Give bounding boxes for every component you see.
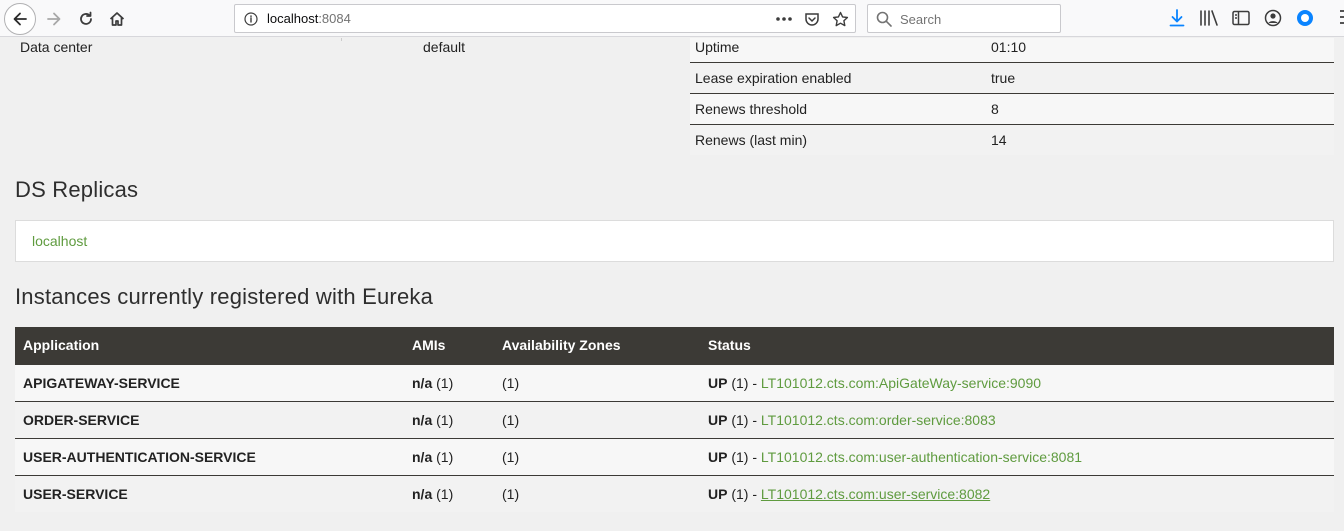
download-icon[interactable] xyxy=(1166,7,1188,29)
amis-cell: n/a (1) xyxy=(404,474,494,512)
replica-link[interactable]: localhost xyxy=(32,233,87,249)
status-cell: UP (1) - LT101012.cts.com:user-service:8… xyxy=(700,474,1334,512)
ds-replicas-list: localhost xyxy=(15,220,1334,262)
amis-value: n/a xyxy=(412,374,433,391)
search-bar[interactable] xyxy=(867,4,1061,33)
url-text[interactable]: localhost:8084 xyxy=(267,11,351,26)
status-count: (1) - xyxy=(727,485,761,502)
page-actions-icon[interactable] xyxy=(773,8,795,30)
stat-value: 14 xyxy=(986,123,1334,155)
table-row: USER-AUTHENTICATION-SERVICE n/a (1) (1) … xyxy=(15,437,1334,475)
amis-count: (1) xyxy=(432,448,454,465)
address-bar[interactable]: localhost:8084 xyxy=(234,4,856,33)
status-cell: UP (1) - LT101012.cts.com:user-authentic… xyxy=(700,437,1334,475)
stat-key: Renews threshold xyxy=(690,92,986,124)
table-header-row: Application AMIs Availability Zones Stat… xyxy=(15,327,1334,364)
pocket-icon[interactable] xyxy=(801,8,823,30)
application-name: ORDER-SERVICE xyxy=(15,400,404,438)
browser-toolbar: localhost:8084 xyxy=(0,0,1344,37)
stat-key: Renews (last min) xyxy=(690,123,986,155)
zones-cell: (1) xyxy=(494,474,700,512)
table-row: APIGATEWAY-SERVICE n/a (1) (1) UP (1) - … xyxy=(15,363,1334,401)
column-header-status: Status xyxy=(700,327,1334,364)
ds-replicas-title: DS Replicas xyxy=(15,177,139,202)
table-row: Renews threshold 8 xyxy=(690,92,1334,124)
extension-icon[interactable] xyxy=(1294,7,1316,29)
account-icon[interactable] xyxy=(1262,7,1284,29)
url-port: :8084 xyxy=(318,11,351,26)
status-cell: UP (1) - LT101012.cts.com:ApiGateWay-ser… xyxy=(700,363,1334,401)
instance-link[interactable]: LT101012.cts.com:user-service:8082 xyxy=(761,486,990,502)
reload-icon xyxy=(80,11,92,25)
status-count: (1) - xyxy=(727,411,761,428)
instances-title: Instances currently registered with Eure… xyxy=(15,284,434,309)
instance-info-table: Uptime 01:10 Lease expiration enabled tr… xyxy=(690,38,1334,155)
stat-value: 8 xyxy=(986,92,1334,124)
zones-cell: (1) xyxy=(494,400,700,438)
sidebar-icon[interactable] xyxy=(1230,7,1252,29)
status-badge: UP xyxy=(708,411,728,428)
status-count: (1) - xyxy=(727,448,761,465)
amis-cell: n/a (1) xyxy=(404,400,494,438)
table-row: Lease expiration enabled true xyxy=(690,61,1334,93)
page-content: Data center default Uptime 01:10 Lease e… xyxy=(0,38,1344,531)
amis-count: (1) xyxy=(432,485,454,502)
application-name: USER-SERVICE xyxy=(15,474,404,512)
status-cell: UP (1) - LT101012.cts.com:order-service:… xyxy=(700,400,1334,438)
amis-value: n/a xyxy=(412,411,433,428)
reload-button[interactable] xyxy=(71,4,101,34)
search-input[interactable] xyxy=(900,9,1050,29)
status-badge: UP xyxy=(708,448,728,465)
back-button[interactable] xyxy=(4,3,36,35)
zones-cell: (1) xyxy=(494,437,700,475)
status-badge: UP xyxy=(708,374,728,391)
bookmark-star-icon[interactable] xyxy=(829,8,851,30)
table-row: ORDER-SERVICE n/a (1) (1) UP (1) - LT101… xyxy=(15,400,1334,438)
amis-value: n/a xyxy=(412,448,433,465)
amis-count: (1) xyxy=(432,411,454,428)
amis-value: n/a xyxy=(412,485,433,502)
forward-button[interactable] xyxy=(39,4,69,34)
arrow-right-icon xyxy=(47,12,61,26)
url-host: localhost xyxy=(267,11,319,26)
instance-link[interactable]: LT101012.cts.com:order-service:8083 xyxy=(761,412,996,428)
application-name: APIGATEWAY-SERVICE xyxy=(15,363,404,401)
data-center-label: Data center xyxy=(20,39,93,55)
table-row: USER-SERVICE n/a (1) (1) UP (1) - LT1010… xyxy=(15,474,1334,512)
application-name: USER-AUTHENTICATION-SERVICE xyxy=(15,437,404,475)
instance-link[interactable]: LT101012.cts.com:ApiGateWay-service:9090 xyxy=(761,375,1041,391)
library-icon[interactable] xyxy=(1198,7,1220,29)
amis-cell: n/a (1) xyxy=(404,437,494,475)
home-icon xyxy=(109,12,125,26)
table-row: Uptime 01:10 xyxy=(690,38,1334,62)
status-badge: UP xyxy=(708,485,728,502)
home-button[interactable] xyxy=(102,4,132,34)
column-divider xyxy=(341,38,342,41)
column-header-amis: AMIs xyxy=(404,327,494,364)
column-header-zones: Availability Zones xyxy=(494,327,700,364)
amis-count: (1) xyxy=(432,374,454,391)
zones-cell: (1) xyxy=(494,363,700,401)
data-center-value: default xyxy=(423,39,466,55)
menu-icon[interactable] xyxy=(1334,7,1344,29)
instance-link[interactable]: LT101012.cts.com:user-authentication-ser… xyxy=(761,449,1082,465)
amis-cell: n/a (1) xyxy=(404,363,494,401)
general-info-row: Data center default xyxy=(15,38,675,62)
instances-table: Application AMIs Availability Zones Stat… xyxy=(15,327,1334,512)
stat-key: Lease expiration enabled xyxy=(690,61,986,93)
info-icon[interactable] xyxy=(243,11,259,27)
arrow-left-icon xyxy=(13,12,27,26)
stat-value: 01:10 xyxy=(986,38,1334,62)
table-row: Renews (last min) 14 xyxy=(690,123,1334,155)
search-icon xyxy=(876,11,892,32)
stat-value: true xyxy=(986,61,1334,93)
column-header-application: Application xyxy=(15,327,404,364)
status-count: (1) - xyxy=(727,374,761,391)
stat-key: Uptime xyxy=(690,38,986,62)
